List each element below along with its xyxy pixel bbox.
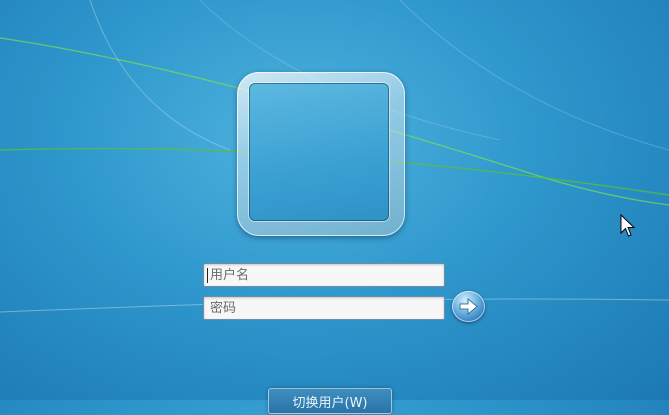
mouse-pointer-icon (620, 214, 636, 237)
user-avatar-frame (237, 72, 405, 236)
password-field[interactable] (203, 296, 445, 320)
user-avatar-placeholder (249, 83, 389, 221)
text-caret (207, 268, 208, 283)
arrow-right-icon (459, 298, 478, 315)
login-submit-button[interactable] (452, 291, 485, 322)
switch-user-button[interactable]: 切换用户(W) (268, 388, 392, 414)
username-field[interactable] (203, 263, 445, 287)
